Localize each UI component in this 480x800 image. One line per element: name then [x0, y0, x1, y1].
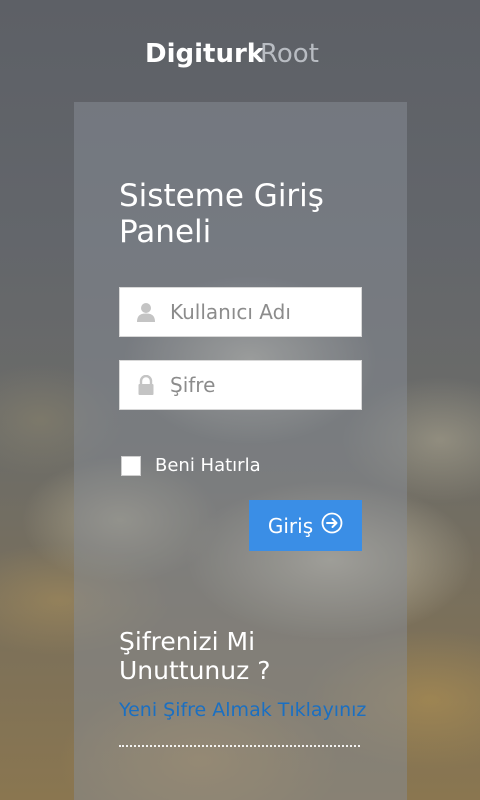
forgot-password-title: Şifrenizi Mi Unuttunuz ?	[119, 627, 271, 685]
login-panel-title: Sisteme Giriş Paneli	[119, 178, 324, 250]
remember-me[interactable]: Beni Hatırla	[121, 455, 261, 476]
lock-icon	[136, 374, 156, 396]
username-field[interactable]	[119, 287, 362, 337]
password-field[interactable]	[119, 360, 362, 410]
remember-me-label[interactable]: Beni Hatırla	[155, 455, 261, 476]
login-button[interactable]: Giriş	[249, 500, 362, 551]
username-input[interactable]	[170, 300, 350, 324]
logo-text-secondary: Root	[260, 39, 319, 69]
arrow-right-circle-icon	[321, 512, 343, 539]
remember-me-checkbox[interactable]	[121, 455, 141, 476]
brand-logo: Digiturk Root	[0, 36, 480, 76]
password-input[interactable]	[170, 373, 350, 397]
login-panel: Sisteme Giriş Paneli Beni Hatırla Giriş	[74, 102, 407, 800]
divider	[119, 745, 360, 747]
digiturk-root-logo: Digiturk Root	[145, 39, 319, 69]
logo-text-primary: Digiturk	[145, 39, 265, 69]
login-button-label: Giriş	[267, 513, 314, 538]
user-icon	[136, 301, 156, 323]
new-password-link[interactable]: Yeni Şifre Almak Tıklayınız	[119, 699, 366, 721]
